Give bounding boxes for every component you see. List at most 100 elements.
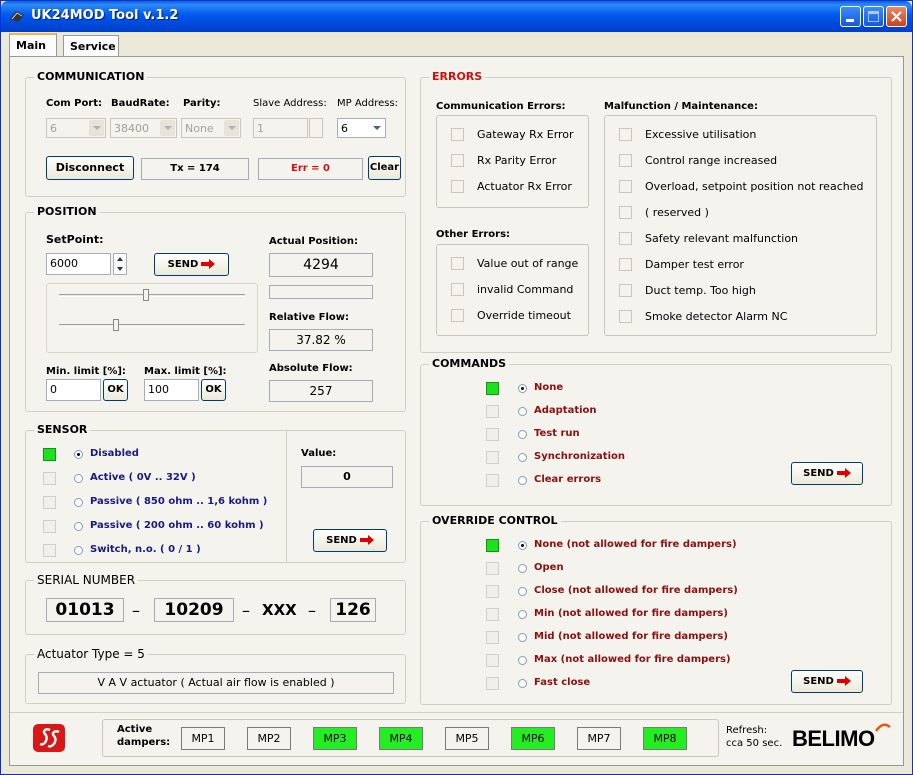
error-indicator-checkbox	[619, 258, 632, 271]
close-icon	[891, 11, 902, 22]
sensor-option-radio[interactable]	[74, 498, 83, 507]
override-send-label: SEND	[803, 676, 834, 687]
position-send-button[interactable]: SEND	[154, 253, 229, 276]
damper-mp6-button[interactable]: MP6	[511, 727, 555, 750]
override-option-label[interactable]: None (not allowed for fire dampers)	[534, 539, 737, 550]
damper-mp2-button[interactable]: MP2	[247, 727, 291, 750]
min-limit-slider[interactable]	[59, 294, 245, 297]
close-button[interactable]	[886, 6, 907, 27]
override-control-title: OVERRIDE CONTROL	[429, 514, 561, 527]
position-group: POSITION SetPoint: 6000 SEND Actual Posi…	[25, 205, 406, 412]
tab-main[interactable]: Main	[9, 33, 57, 57]
sensor-option-label[interactable]: Passive ( 850 ohm .. 1,6 kohm )	[90, 496, 267, 507]
override-option-radio[interactable]	[518, 564, 527, 573]
sensor-option-radio[interactable]	[74, 474, 83, 483]
error-label: Rx Parity Error	[477, 154, 557, 167]
malfunction-label: Malfunction / Maintenance:	[604, 101, 758, 112]
min-slider-thumb[interactable]	[142, 289, 149, 301]
slave-address-input[interactable]: 1	[253, 118, 308, 138]
sensor-send-button[interactable]: SEND	[313, 529, 387, 552]
sensor-option-label[interactable]: Switch, n.o. ( 0 / 1 )	[90, 544, 201, 555]
override-option-label[interactable]: Close (not allowed for fire dampers)	[534, 585, 738, 596]
commands-option-radio[interactable]	[518, 430, 527, 439]
sensor-value-label: Value:	[301, 448, 337, 459]
override-option-label[interactable]: Fast close	[534, 677, 590, 688]
errors-title: ERRORS	[429, 70, 486, 83]
override-option-radio[interactable]	[518, 587, 527, 596]
min-limit-label: Min. limit [%]:	[46, 366, 126, 377]
override-send-button[interactable]: SEND	[791, 670, 863, 693]
damper-mp4-button[interactable]: MP4	[379, 727, 423, 750]
maximize-button[interactable]	[863, 6, 884, 27]
override-option-label[interactable]: Max (not allowed for fire dampers)	[534, 654, 731, 665]
parity-value: None	[185, 122, 214, 135]
max-limit-slider[interactable]	[59, 324, 245, 327]
override-option-radio[interactable]	[518, 610, 527, 619]
other-errors-box: Value out of range invalid Command Overrid…	[436, 244, 589, 336]
minimize-button[interactable]	[840, 6, 861, 27]
commands-send-label: SEND	[803, 468, 834, 479]
active-dampers-panel: Active dampers: MP1 MP2 MP3 MP4 MP5 MP6 MP7 MP8	[102, 719, 719, 757]
damper-mp1-button[interactable]: MP1	[181, 727, 225, 750]
sensor-status-indicator	[43, 544, 56, 557]
max-limit-ok-button[interactable]: OK	[201, 379, 226, 401]
max-slider-thumb[interactable]	[112, 319, 119, 331]
disconnect-button[interactable]: Disconnect	[46, 156, 134, 180]
setpoint-spinner[interactable]	[113, 253, 127, 275]
damper-mp5-button[interactable]: MP5	[445, 727, 489, 750]
commands-option-label[interactable]: Test run	[534, 428, 580, 439]
communication-group: COMMUNICATION Com Port: BaudRate: Parity…	[25, 70, 406, 197]
commands-option-radio[interactable]	[518, 476, 527, 485]
commands-option-radio[interactable]	[518, 384, 527, 393]
serial-dash: –	[242, 601, 250, 620]
tab-service[interactable]: Service	[63, 35, 119, 57]
damper-mp3-button[interactable]: MP3	[313, 727, 357, 750]
override-option-radio[interactable]	[518, 656, 527, 665]
override-option-radio[interactable]	[518, 679, 527, 688]
actual-position-value: 4294	[269, 253, 373, 277]
commands-send-button[interactable]: SEND	[791, 462, 863, 485]
setpoint-input[interactable]: 6000	[46, 253, 111, 275]
override-option-radio[interactable]	[518, 633, 527, 642]
limit-sliders	[46, 283, 258, 353]
commands-option-radio[interactable]	[518, 453, 527, 462]
mp-address-value: 6	[341, 122, 348, 135]
override-option-radio[interactable]	[518, 541, 527, 550]
damper-mp8-button[interactable]: MP8	[643, 727, 687, 750]
min-limit-ok-button[interactable]: OK	[103, 379, 128, 401]
sensor-option-radio[interactable]	[74, 450, 83, 459]
override-status-indicator	[486, 539, 499, 552]
actuator-description: V A V actuator ( Actual air flow is enab…	[38, 672, 394, 694]
sensor-option-radio[interactable]	[74, 522, 83, 531]
serial-dash: –	[132, 601, 140, 620]
clear-button[interactable]: Clear	[368, 156, 401, 180]
override-status-indicator	[486, 631, 499, 644]
com-port-select[interactable]: 6	[46, 118, 106, 138]
tx-counter: Tx = 174	[141, 158, 249, 180]
serial-part-4: 126	[330, 598, 376, 622]
override-option-label[interactable]: Min (not allowed for fire dampers)	[534, 608, 728, 619]
mp-address-select[interactable]: 6	[337, 118, 386, 138]
max-limit-input[interactable]: 100	[144, 379, 199, 401]
error-indicator-checkbox	[451, 283, 464, 296]
commands-status-indicator	[486, 451, 499, 464]
commands-option-radio[interactable]	[518, 407, 527, 416]
commands-option-label[interactable]: None	[534, 382, 563, 393]
sensor-option-label[interactable]: Active ( 0V .. 32V )	[90, 472, 196, 483]
sensor-option-radio[interactable]	[74, 546, 83, 555]
slave-address-spinner[interactable]	[309, 118, 323, 138]
commands-option-label[interactable]: Synchronization	[534, 451, 625, 462]
damper-mp7-button[interactable]: MP7	[577, 727, 621, 750]
override-option-label[interactable]: Mid (not allowed for fire dampers)	[534, 631, 728, 642]
commands-option-label[interactable]: Adaptation	[534, 405, 597, 416]
parity-select[interactable]: None	[181, 118, 241, 138]
sensor-option-label[interactable]: Disabled	[90, 448, 139, 459]
baudrate-select[interactable]: 38400	[110, 118, 177, 138]
baudrate-value: 38400	[114, 122, 149, 135]
override-option-label[interactable]: Open	[534, 562, 564, 573]
sensor-option-label[interactable]: Passive ( 200 ohm .. 60 kohm )	[90, 520, 264, 531]
title-bar[interactable]: UK24MOD Tool v.1.2	[1, 1, 912, 32]
errors-group: ERRORS Communication Errors: Gateway Rx …	[420, 70, 892, 353]
commands-option-label[interactable]: Clear errors	[534, 474, 601, 485]
min-limit-input[interactable]: 0	[46, 379, 101, 401]
